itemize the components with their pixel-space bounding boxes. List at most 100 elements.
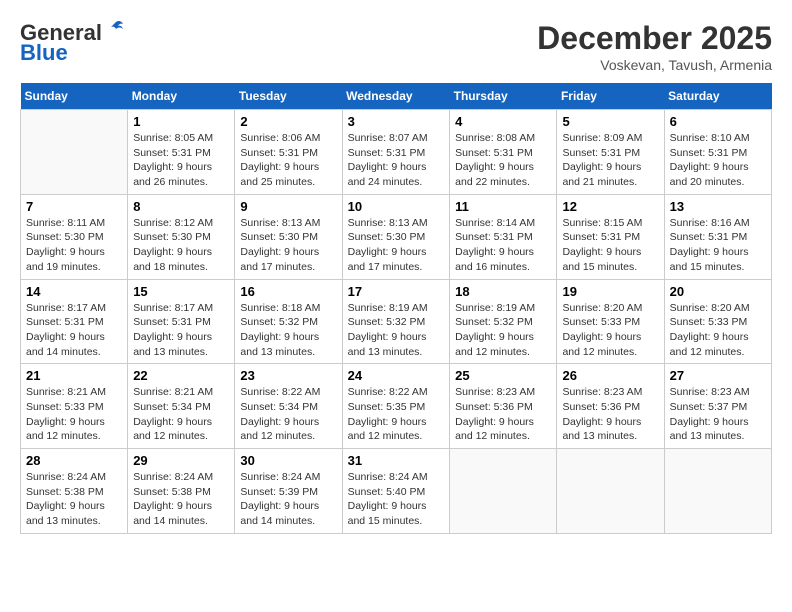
calendar-cell: 10 Sunrise: 8:13 AMSunset: 5:30 PMDayligh… (342, 194, 450, 279)
day-info: Sunrise: 8:13 AMSunset: 5:30 PMDaylight:… (348, 216, 445, 275)
calendar-week-5: 28 Sunrise: 8:24 AMSunset: 5:38 PMDayligh… (21, 449, 772, 534)
calendar-cell: 14 Sunrise: 8:17 AMSunset: 5:31 PMDayligh… (21, 279, 128, 364)
day-number: 1 (133, 114, 229, 129)
day-number: 15 (133, 284, 229, 299)
calendar-cell: 26 Sunrise: 8:23 AMSunset: 5:36 PMDayligh… (557, 364, 664, 449)
calendar-cell: 17Sunrise: 8:19 AMSunset: 5:32 PMDayligh… (342, 279, 450, 364)
calendar-cell: 23 Sunrise: 8:22 AMSunset: 5:34 PMDayligh… (235, 364, 342, 449)
day-number: 22 (133, 368, 229, 383)
calendar-cell: 12Sunrise: 8:15 AMSunset: 5:31 PMDayligh… (557, 194, 664, 279)
day-number: 27 (670, 368, 766, 383)
calendar-cell: 27 Sunrise: 8:23 AMSunset: 5:37 PMDayligh… (664, 364, 771, 449)
calendar-week-1: 1 Sunrise: 8:05 AMSunset: 5:31 PMDaylight… (21, 110, 772, 195)
day-number: 5 (562, 114, 658, 129)
day-info: Sunrise: 8:11 AMSunset: 5:30 PMDaylight:… (26, 216, 122, 275)
day-info: Sunrise: 8:21 AMSunset: 5:33 PMDaylight:… (26, 385, 122, 444)
calendar-cell: 8Sunrise: 8:12 AMSunset: 5:30 PMDaylight… (128, 194, 235, 279)
day-number: 18 (455, 284, 551, 299)
day-number: 20 (670, 284, 766, 299)
weekday-header-thursday: Thursday (450, 83, 557, 110)
calendar-cell: 22 Sunrise: 8:21 AMSunset: 5:34 PMDayligh… (128, 364, 235, 449)
logo: General Blue (20, 20, 126, 66)
calendar-cell: 5 Sunrise: 8:09 AMSunset: 5:31 PMDaylight… (557, 110, 664, 195)
day-info: Sunrise: 8:20 AMSunset: 5:33 PMDaylight:… (670, 301, 766, 360)
day-info: Sunrise: 8:21 AMSunset: 5:34 PMDaylight:… (133, 385, 229, 444)
day-info: Sunrise: 8:22 AMSunset: 5:34 PMDaylight:… (240, 385, 336, 444)
day-number: 26 (562, 368, 658, 383)
calendar-table: SundayMondayTuesdayWednesdayThursdayFrid… (20, 83, 772, 534)
weekday-header-sunday: Sunday (21, 83, 128, 110)
day-number: 30 (240, 453, 336, 468)
day-number: 11 (455, 199, 551, 214)
day-number: 19 (562, 284, 658, 299)
calendar-cell: 20 Sunrise: 8:20 AMSunset: 5:33 PMDayligh… (664, 279, 771, 364)
calendar-cell: 7 Sunrise: 8:11 AMSunset: 5:30 PMDaylight… (21, 194, 128, 279)
day-info: Sunrise: 8:16 AMSunset: 5:31 PMDaylight:… (670, 216, 766, 275)
day-number: 8 (133, 199, 229, 214)
day-info: Sunrise: 8:14 AMSunset: 5:31 PMDaylight:… (455, 216, 551, 275)
calendar-cell: 31 Sunrise: 8:24 AMSunset: 5:40 PMDayligh… (342, 449, 450, 534)
day-info: Sunrise: 8:05 AMSunset: 5:31 PMDaylight:… (133, 131, 229, 190)
month-title: December 2025 (537, 20, 772, 57)
calendar-cell: 15Sunrise: 8:17 AMSunset: 5:31 PMDayligh… (128, 279, 235, 364)
day-number: 10 (348, 199, 445, 214)
day-number: 24 (348, 368, 445, 383)
calendar-week-3: 14 Sunrise: 8:17 AMSunset: 5:31 PMDayligh… (21, 279, 772, 364)
day-number: 31 (348, 453, 445, 468)
day-info: Sunrise: 8:09 AMSunset: 5:31 PMDaylight:… (562, 131, 658, 190)
title-block: December 2025 Voskevan, Tavush, Armenia (537, 20, 772, 73)
day-info: Sunrise: 8:18 AMSunset: 5:32 PMDaylight:… (240, 301, 336, 360)
weekday-header-friday: Friday (557, 83, 664, 110)
day-info: Sunrise: 8:23 AMSunset: 5:36 PMDaylight:… (455, 385, 551, 444)
calendar-cell: 13 Sunrise: 8:16 AMSunset: 5:31 PMDayligh… (664, 194, 771, 279)
calendar-cell: 19Sunrise: 8:20 AMSunset: 5:33 PMDayligh… (557, 279, 664, 364)
day-info: Sunrise: 8:24 AMSunset: 5:39 PMDaylight:… (240, 470, 336, 529)
day-number: 2 (240, 114, 336, 129)
day-info: Sunrise: 8:23 AMSunset: 5:37 PMDaylight:… (670, 385, 766, 444)
day-info: Sunrise: 8:17 AMSunset: 5:31 PMDaylight:… (26, 301, 122, 360)
calendar-cell: 18Sunrise: 8:19 AMSunset: 5:32 PMDayligh… (450, 279, 557, 364)
calendar-cell (21, 110, 128, 195)
day-info: Sunrise: 8:24 AMSunset: 5:40 PMDaylight:… (348, 470, 445, 529)
calendar-cell: 9 Sunrise: 8:13 AMSunset: 5:30 PMDaylight… (235, 194, 342, 279)
day-info: Sunrise: 8:23 AMSunset: 5:36 PMDaylight:… (562, 385, 658, 444)
day-number: 4 (455, 114, 551, 129)
calendar-cell: 3Sunrise: 8:07 AMSunset: 5:31 PMDaylight… (342, 110, 450, 195)
day-info: Sunrise: 8:24 AMSunset: 5:38 PMDaylight:… (133, 470, 229, 529)
day-number: 7 (26, 199, 122, 214)
logo-bird-icon (104, 18, 126, 40)
day-number: 28 (26, 453, 122, 468)
logo-blue-text: Blue (20, 40, 68, 66)
day-info: Sunrise: 8:07 AMSunset: 5:31 PMDaylight:… (348, 131, 445, 190)
calendar-header-row: SundayMondayTuesdayWednesdayThursdayFrid… (21, 83, 772, 110)
day-number: 21 (26, 368, 122, 383)
page-header: General Blue December 2025 Voskevan, Tav… (20, 20, 772, 73)
day-info: Sunrise: 8:08 AMSunset: 5:31 PMDaylight:… (455, 131, 551, 190)
calendar-cell: 1 Sunrise: 8:05 AMSunset: 5:31 PMDaylight… (128, 110, 235, 195)
weekday-header-wednesday: Wednesday (342, 83, 450, 110)
day-info: Sunrise: 8:15 AMSunset: 5:31 PMDaylight:… (562, 216, 658, 275)
location: Voskevan, Tavush, Armenia (537, 57, 772, 73)
day-number: 13 (670, 199, 766, 214)
calendar-cell: 21 Sunrise: 8:21 AMSunset: 5:33 PMDayligh… (21, 364, 128, 449)
weekday-header-saturday: Saturday (664, 83, 771, 110)
day-info: Sunrise: 8:13 AMSunset: 5:30 PMDaylight:… (240, 216, 336, 275)
day-number: 16 (240, 284, 336, 299)
day-info: Sunrise: 8:24 AMSunset: 5:38 PMDaylight:… (26, 470, 122, 529)
day-number: 23 (240, 368, 336, 383)
calendar-cell: 6 Sunrise: 8:10 AMSunset: 5:31 PMDaylight… (664, 110, 771, 195)
day-number: 6 (670, 114, 766, 129)
calendar-cell (557, 449, 664, 534)
calendar-cell: 11 Sunrise: 8:14 AMSunset: 5:31 PMDayligh… (450, 194, 557, 279)
day-number: 9 (240, 199, 336, 214)
day-info: Sunrise: 8:22 AMSunset: 5:35 PMDaylight:… (348, 385, 445, 444)
calendar-cell: 30 Sunrise: 8:24 AMSunset: 5:39 PMDayligh… (235, 449, 342, 534)
weekday-header-tuesday: Tuesday (235, 83, 342, 110)
day-number: 14 (26, 284, 122, 299)
day-info: Sunrise: 8:19 AMSunset: 5:32 PMDaylight:… (348, 301, 445, 360)
calendar-cell (450, 449, 557, 534)
calendar-cell: 28 Sunrise: 8:24 AMSunset: 5:38 PMDayligh… (21, 449, 128, 534)
day-info: Sunrise: 8:10 AMSunset: 5:31 PMDaylight:… (670, 131, 766, 190)
calendar-cell: 29 Sunrise: 8:24 AMSunset: 5:38 PMDayligh… (128, 449, 235, 534)
day-number: 29 (133, 453, 229, 468)
